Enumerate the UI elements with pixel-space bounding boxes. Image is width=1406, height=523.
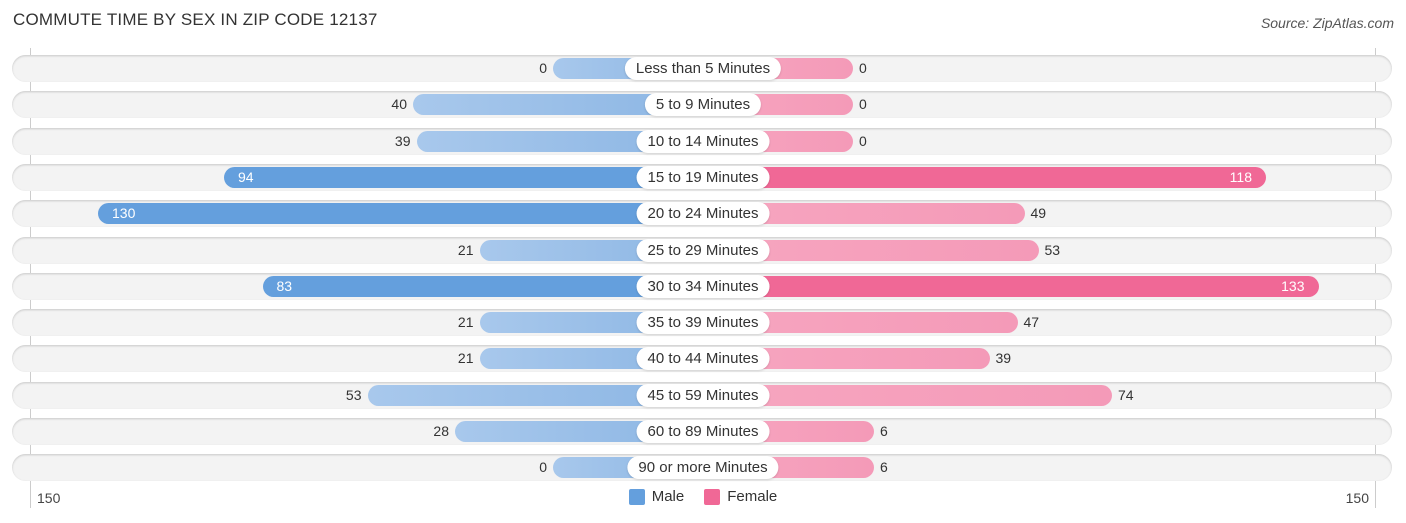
female-value-label: 74: [1118, 386, 1134, 403]
female-value-label: 53: [1044, 241, 1061, 258]
category-label: 15 to 19 Minutes: [636, 165, 770, 189]
male-value-label: 0: [539, 60, 547, 76]
male-bar: [98, 203, 703, 225]
male-value-label: 53: [345, 386, 362, 403]
category-label: 30 to 34 Minutes: [636, 274, 770, 298]
female-bar: [703, 275, 1319, 297]
category-label: 45 to 59 Minutes: [636, 383, 770, 407]
male-value-label: 39: [394, 132, 411, 149]
legend: Male Female: [0, 488, 1406, 505]
male-swatch: [628, 488, 645, 505]
category-label: Less than 5 Minutes: [624, 57, 782, 80]
source-label: Source: ZipAtlas.com: [1260, 15, 1394, 31]
male-value-label: 130: [112, 205, 136, 222]
male-value-label: 21: [457, 241, 474, 258]
category-label: 5 to 9 Minutes: [644, 93, 762, 117]
female-value-label: 6: [880, 459, 888, 476]
legend-item-female: Female: [704, 488, 777, 505]
female-value-label: 133: [1281, 277, 1305, 294]
female-value-label: 39: [995, 350, 1012, 367]
male-value-label: 94: [238, 168, 254, 185]
category-label: 20 to 24 Minutes: [636, 202, 770, 226]
male-value-label: 83: [276, 277, 293, 294]
female-bar: [703, 166, 1266, 188]
category-label: 35 to 39 Minutes: [636, 311, 770, 335]
male-value-label: 21: [457, 350, 474, 367]
legend-label-female: Female: [727, 488, 778, 505]
male-value-label: 21: [457, 314, 474, 331]
category-label: 10 to 14 Minutes: [636, 129, 770, 153]
male-value-label: 0: [539, 459, 547, 476]
legend-label-male: Male: [651, 488, 685, 505]
male-value-label: 40: [391, 96, 407, 113]
chart-title: COMMUTE TIME BY SEX IN ZIP CODE 12137: [13, 10, 378, 29]
male-value-label: 28: [433, 423, 449, 439]
category-label: 25 to 29 Minutes: [636, 238, 770, 262]
male-bar: [224, 166, 703, 188]
female-value-label: 0: [859, 132, 867, 149]
category-label: 90 or more Minutes: [627, 456, 779, 480]
category-label: 60 to 89 Minutes: [636, 420, 770, 443]
female-value-label: 47: [1023, 314, 1040, 331]
legend-item-male: Male: [628, 488, 685, 505]
female-value-label: 6: [880, 423, 888, 439]
female-value-label: 0: [859, 96, 867, 113]
female-value-label: 0: [859, 60, 867, 76]
female-value-label: 49: [1030, 205, 1047, 222]
female-swatch: [704, 488, 721, 505]
female-value-label: 118: [1229, 168, 1252, 185]
category-label: 40 to 44 Minutes: [636, 347, 770, 371]
